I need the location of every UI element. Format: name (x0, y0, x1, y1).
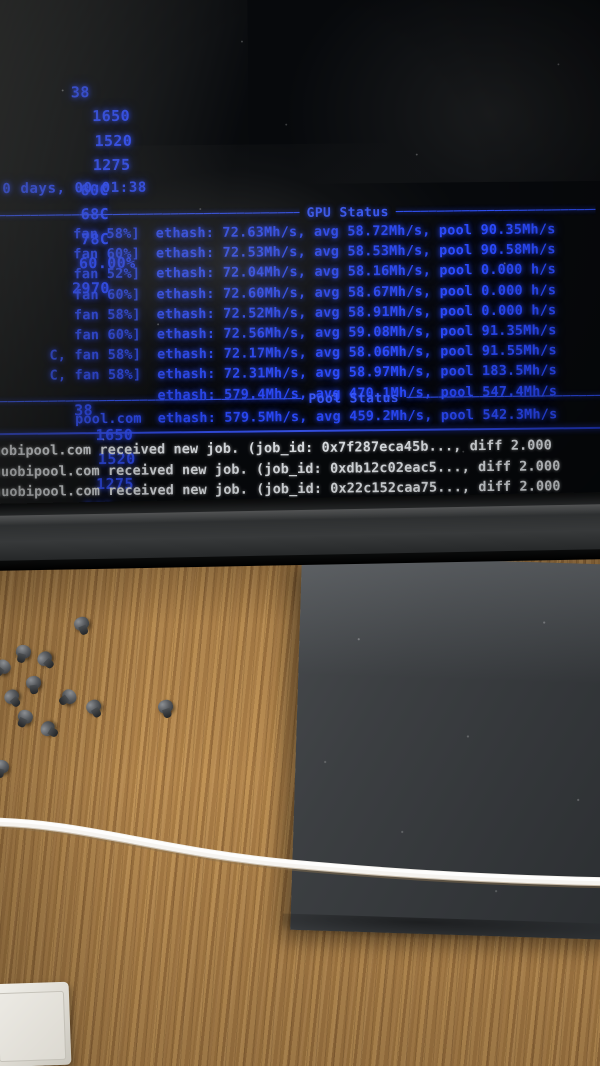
cell-mem-clock: 1520 (94, 131, 133, 150)
gpu-status-list: fan 58%] ethash: 72.63Mh/s, avg 58.72Mh/s… (0, 219, 557, 407)
outlet-inner-frame (0, 990, 67, 1063)
rule-right: ──────────────────────────────── (395, 202, 596, 220)
log-output: .huobipool.com received new job. (job_id… (0, 435, 561, 503)
rule-left: ────────────────────────────────────────… (0, 205, 300, 224)
photo-scene: 38 1650 1520 1275 60C 68C 78C 60.00% 297… (0, 0, 600, 1066)
gpu-status-left: fan 58%] (73, 306, 141, 324)
rule-right: ──────────────────────────────── (405, 388, 600, 406)
gpu-status-left: fan 60%] (73, 286, 141, 303)
gpu-status-left: fan 60%] (73, 245, 141, 263)
wall-outlet-plate (0, 981, 72, 1066)
cell-gpu: 38 (70, 82, 90, 101)
cell-voltage: 1275 (92, 155, 131, 175)
cell-core-clock: 1650 (92, 106, 131, 126)
rule-left: ────────────────────────────────────────… (0, 391, 302, 410)
white-power-cable (0, 817, 600, 889)
bezel-highlight (0, 503, 600, 527)
gpu-status-left: fan 52%] (73, 266, 141, 283)
gpu-status-left: C, fan 58%] (49, 346, 142, 364)
gpu-status-left: C, fan 58%] (49, 367, 142, 385)
gpu-status-left: fan 58%] (73, 225, 140, 243)
uptime-line: n: 0 days, 00:01:38 (0, 180, 147, 198)
monitor-screen: 38 1650 1520 1275 60C 68C 78C 60.00% 297… (0, 0, 600, 520)
pool-host: pool.com (75, 410, 142, 428)
gpu-status-left: fan 60%] (74, 326, 141, 344)
gpu-status-title: GPU Status (306, 204, 389, 221)
pool-status-title: Pool Status (308, 390, 400, 407)
uptime-value: 0 days, 00:01:38 (2, 179, 147, 198)
